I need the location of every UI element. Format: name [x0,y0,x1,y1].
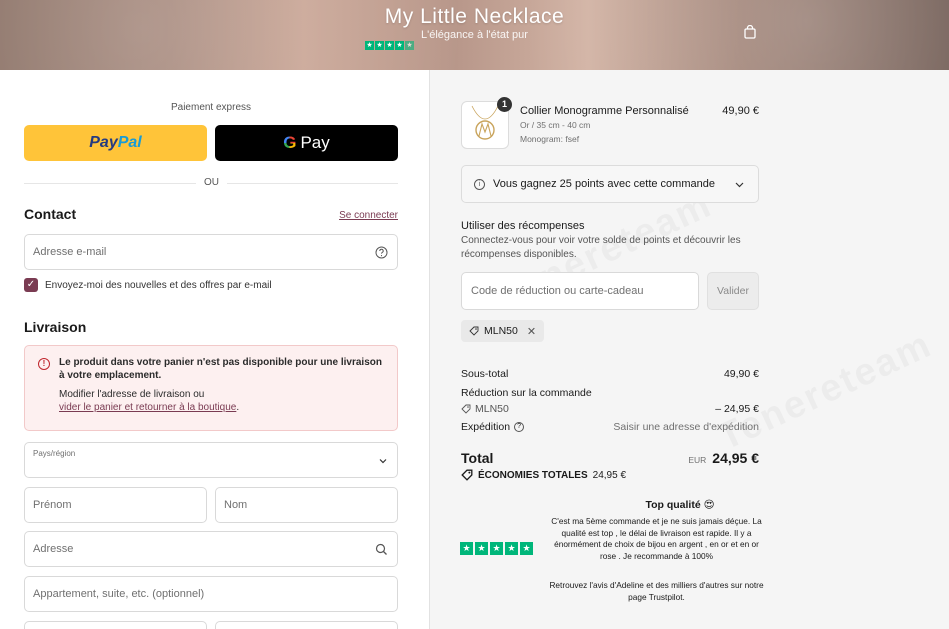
tag-icon [461,404,471,414]
review-footer: Retrouvez l'avis d'Adeline et des millie… [549,580,764,602]
product-monogram: Monogram: fsef [520,134,580,144]
help-circle-icon[interactable] [375,246,388,259]
points-message: Vous gagnez 25 points avec cette command… [493,178,715,190]
shipping-value: Saisir une adresse d'expédition [613,421,759,433]
sign-in-link[interactable]: Se connecter [339,210,398,221]
subtotal-row: Sous-total 49,90 € [461,368,759,380]
total-value: 24,95 € [712,450,759,466]
star-icon: ★ [405,41,414,50]
star-icon: ★ [375,41,384,50]
discount-value: – 24,95 € [715,403,759,415]
email-field[interactable]: Adresse e-mail [24,234,398,270]
product-name: Collier Monogramme Personnalisé [520,105,689,117]
subtotal-label: Sous-total [461,368,509,380]
total-label: Total [461,450,494,466]
paypal-logo-part1: Pay [89,134,118,151]
header-rating-stars: ★ ★ ★ ★ ★ [365,41,414,50]
star-icon: ★ [395,41,404,50]
star-icon: ★ [365,41,374,50]
first-name-placeholder: Prénom [33,499,72,511]
total-savings: ÉCONOMIES TOTALES 24,95 € [461,469,626,481]
delivery-title: Livraison [24,319,87,335]
address-placeholder: Adresse [33,543,74,555]
paypal-logo-part2: Pal [117,134,142,151]
contact-title: Contact [24,206,77,222]
alert-body-text: Modifier l'adresse de livraison ou [59,389,205,400]
help-circle-icon[interactable]: ? [514,422,525,432]
review-title: Top qualité 😍 [645,499,715,511]
remove-code-icon[interactable]: ✕ [527,325,536,338]
last-name-field[interactable]: Nom [215,487,398,523]
discount-code-input[interactable]: Code de réduction ou carte-cadeau [461,272,699,310]
brand-logo[interactable]: My Little Necklace [0,5,949,29]
star-icon: ★ [505,542,518,555]
apartment-field[interactable]: Appartement, suite, etc. (optionnel) [24,576,398,612]
tag-icon [461,469,473,481]
discount-code-placeholder: Code de réduction ou carte-cadeau [471,285,644,297]
header-banner: My Little Necklace L'élégance à l'état p… [0,0,949,70]
subtotal-value: 49,90 € [723,368,759,380]
apartment-placeholder: Appartement, suite, etc. (optionnel) [33,588,205,600]
apply-code-button[interactable]: Valider [707,272,759,310]
email-placeholder: Adresse e-mail [33,246,107,258]
google-g-icon: G [283,133,297,152]
express-checkout-label: Paiement express [170,102,252,113]
discount-code-row: MLN50 – 24,95 € [461,403,759,415]
savings-label: ÉCONOMIES TOTALES [478,469,588,481]
checkout-form: Paiement express Pay Pal G Pay OU Contact … [0,70,429,629]
chevron-down-icon [379,459,387,464]
gpay-label: Pay [300,133,330,152]
applied-discount-chip: MLN50 ✕ [461,320,545,342]
last-name-placeholder: Nom [224,499,248,511]
star-icon: ★ [490,542,503,555]
review-text: C'est ma 5ème commande et je ne suis jam… [551,516,762,561]
brand-tagline: L'élégance à l'état pur [421,29,528,41]
paypal-button[interactable]: Pay Pal [24,125,207,161]
postal-code-field[interactable] [24,621,207,629]
first-name-field[interactable]: Prénom [24,487,207,523]
trustpilot-stars: ★ ★ ★ ★ ★ [460,542,533,555]
chevron-down-icon [735,182,744,188]
quantity-badge: 1 [497,97,512,112]
discount-row: Réduction sur la commande [461,387,759,399]
delivery-error-alert: ! Le produit dans votre panier n'est pas… [24,345,398,431]
newsletter-label: Envoyez-moi des nouvelles et des offres … [45,279,272,291]
discount-label: Réduction sur la commande [461,387,592,399]
total-amount: EUR 24,95 € [688,450,759,466]
shipping-label: Expédition [461,421,511,433]
checkbox-checked-icon[interactable]: ✓ [24,278,38,292]
order-summary: Tenereteam Tenereteam 1 Collier Monogram… [429,70,949,629]
product-variant: Or / 35 cm - 40 cm [520,120,591,130]
google-pay-button[interactable]: G Pay [215,125,398,161]
search-icon [375,543,387,555]
savings-value: 24,95 € [592,469,627,481]
star-icon: ★ [475,542,488,555]
country-label: Pays/région [33,449,76,458]
alert-body: Modifier l'adresse de livraison ou vider… [59,388,387,414]
discount-code-label: MLN50 [475,403,509,415]
alert-end: . [236,402,240,413]
tag-icon [469,326,479,336]
newsletter-optin[interactable]: ✓ Envoyez-moi des nouvelles et des offre… [24,278,272,292]
applied-code-label: MLN50 [484,325,518,337]
info-icon: i [474,178,485,190]
empty-cart-link[interactable]: vider le panier et retourner à la boutiq… [59,402,236,413]
alert-title: Le produit dans votre panier n'est pas d… [59,357,382,381]
or-separator: OU [196,177,227,188]
error-icon: ! [38,358,50,370]
product-price: 49,90 € [722,105,759,117]
shipping-row: Expédition ? Saisir une adresse d'expédi… [461,421,759,433]
rewards-title: Utiliser des récompenses [461,220,585,232]
rewards-description: Connectez-vous pour voir votre solde de … [461,235,741,260]
star-icon: ★ [520,542,533,555]
shopping-bag-icon[interactable] [743,25,757,39]
city-field[interactable] [215,621,398,629]
country-select[interactable]: Pays/région [24,442,398,478]
loyalty-points-accordion[interactable]: i Vous gagnez 25 points avec cette comma… [461,165,759,203]
total-currency: EUR [688,455,707,465]
star-icon: ★ [460,542,473,555]
address-field[interactable]: Adresse [24,531,398,567]
star-icon: ★ [385,41,394,50]
